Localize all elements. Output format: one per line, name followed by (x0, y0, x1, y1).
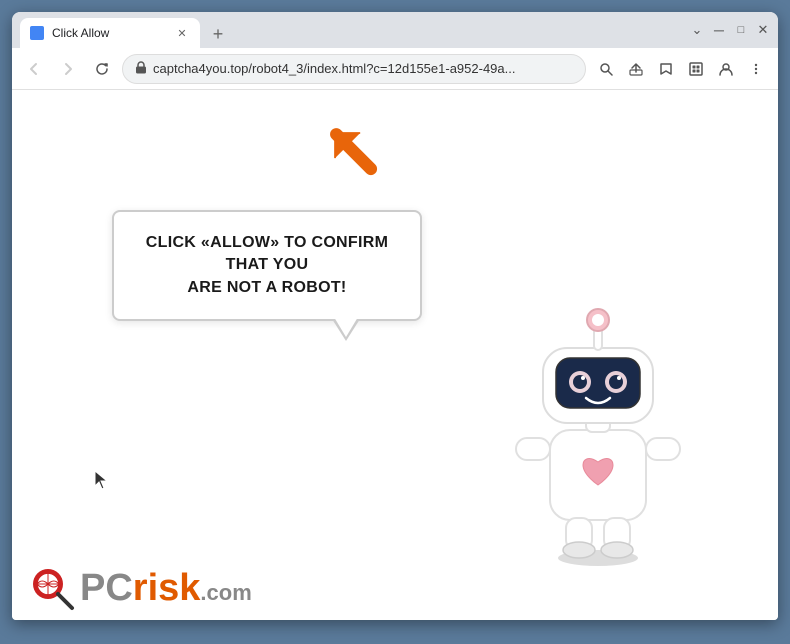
pcrisk-logo: PC risk .com (28, 564, 252, 612)
maximize-button[interactable]: □ (734, 23, 748, 37)
tab-close-button[interactable]: ✕ (174, 25, 190, 41)
bubble-line1: CLICK «ALLOW» TO CONFIRM THAT YOU (146, 234, 388, 273)
speech-bubble: CLICK «ALLOW» TO CONFIRM THAT YOU ARE NO… (112, 210, 422, 321)
reload-button[interactable] (88, 55, 116, 83)
lock-icon (135, 61, 147, 77)
mouse-cursor (94, 470, 110, 495)
tab-area: Click Allow ✕ + (20, 12, 678, 48)
robot-character (498, 290, 698, 560)
bubble-text: CLICK «ALLOW» TO CONFIRM THAT YOU ARE NO… (138, 232, 396, 299)
tab-favicon (30, 26, 44, 40)
new-tab-button[interactable]: + (204, 20, 232, 48)
profile-icon-button[interactable] (712, 55, 740, 83)
toolbar-icons (592, 55, 770, 83)
minimize-button[interactable]: ─ (712, 23, 726, 37)
pcrisk-risk-text: risk (133, 567, 201, 610)
orange-arrow (312, 110, 392, 190)
page-content: CLICK «ALLOW» TO CONFIRM THAT YOU ARE NO… (12, 90, 778, 620)
pcrisk-dotcom-text: .com (200, 580, 251, 606)
search-icon-button[interactable] (592, 55, 620, 83)
forward-button[interactable] (54, 55, 82, 83)
title-bar: Click Allow ✕ + ⌄ ─ □ ✕ (12, 12, 778, 48)
navigation-bar: captcha4you.top/robot4_3/index.html?c=12… (12, 48, 778, 90)
bubble-line2: ARE NOT A ROBOT! (187, 279, 346, 296)
address-bar[interactable]: captcha4you.top/robot4_3/index.html?c=12… (122, 54, 586, 84)
url-text: captcha4you.top/robot4_3/index.html?c=12… (153, 61, 573, 76)
share-icon-button[interactable] (622, 55, 650, 83)
menu-icon-button[interactable] (742, 55, 770, 83)
active-tab[interactable]: Click Allow ✕ (20, 18, 200, 48)
pcrisk-text-group: PC risk .com (80, 567, 252, 610)
browser-window: Click Allow ✕ + ⌄ ─ □ ✕ (12, 12, 778, 620)
pcrisk-pc-text: PC (80, 567, 133, 610)
close-button[interactable]: ✕ (756, 23, 770, 37)
extensions-icon-button[interactable] (682, 55, 710, 83)
back-button[interactable] (20, 55, 48, 83)
window-settings-icon[interactable]: ⌄ (690, 23, 704, 37)
bookmark-icon-button[interactable] (652, 55, 680, 83)
tab-title: Click Allow (52, 26, 109, 40)
window-controls: ⌄ ─ □ ✕ (690, 23, 770, 37)
